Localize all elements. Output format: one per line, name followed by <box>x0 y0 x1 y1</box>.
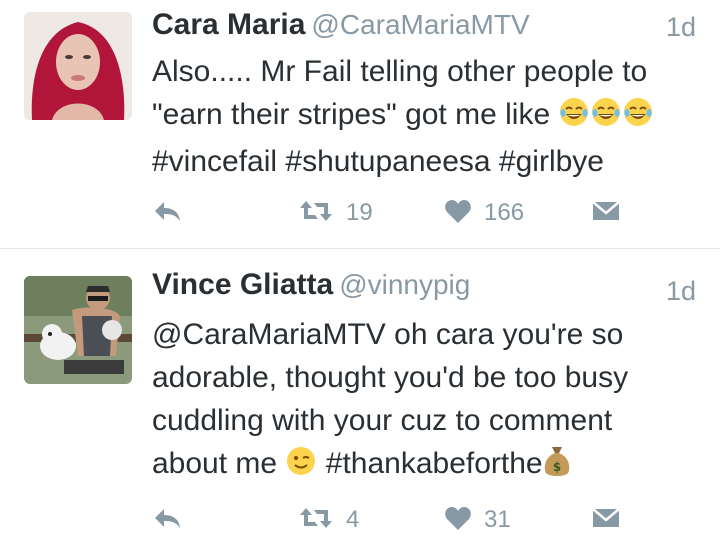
tweet-text-line: cuddling with your cuz to comment <box>152 404 613 437</box>
hashtag[interactable]: #thankabeforthe <box>317 447 543 480</box>
author-name[interactable]: Vince Gliatta <box>152 268 333 301</box>
wink-emoji <box>285 445 317 489</box>
tweet-text-line: about me #thankabeforthe $ <box>152 442 702 489</box>
tweet-text-line: @CaraMariaMTV oh cara you're so <box>152 318 624 351</box>
retweet-button[interactable]: 4 <box>298 502 359 538</box>
tweet-actions: 4 31 <box>152 502 652 538</box>
author-handle[interactable]: @vinnypig <box>339 269 470 300</box>
retweet-icon <box>298 506 334 535</box>
tweet-text-line: adorable, thought you'd be too busy <box>152 361 629 394</box>
retweet-count: 4 <box>346 506 360 533</box>
timestamp[interactable]: 1d <box>666 276 696 307</box>
tweet[interactable]: Vince Gliatta @vinnypig 1d @CaraMariaMTV … <box>0 0 720 542</box>
like-count: 31 <box>484 506 511 533</box>
svg-text:$: $ <box>552 460 560 474</box>
direct-message-button[interactable] <box>592 502 620 538</box>
tweet-text-segment: about me <box>152 447 286 480</box>
like-button[interactable]: 31 <box>444 502 511 538</box>
reply-icon <box>152 506 182 535</box>
avatar[interactable] <box>24 276 132 384</box>
direct-message-icon <box>592 506 620 535</box>
reply-button[interactable] <box>152 502 182 538</box>
money-bag-emoji: $ <box>543 445 571 489</box>
tweet-text: @CaraMariaMTV oh cara you're so adorable… <box>152 313 702 489</box>
like-icon <box>444 505 472 536</box>
tweet-header: Vince Gliatta @vinnypig <box>152 268 696 302</box>
